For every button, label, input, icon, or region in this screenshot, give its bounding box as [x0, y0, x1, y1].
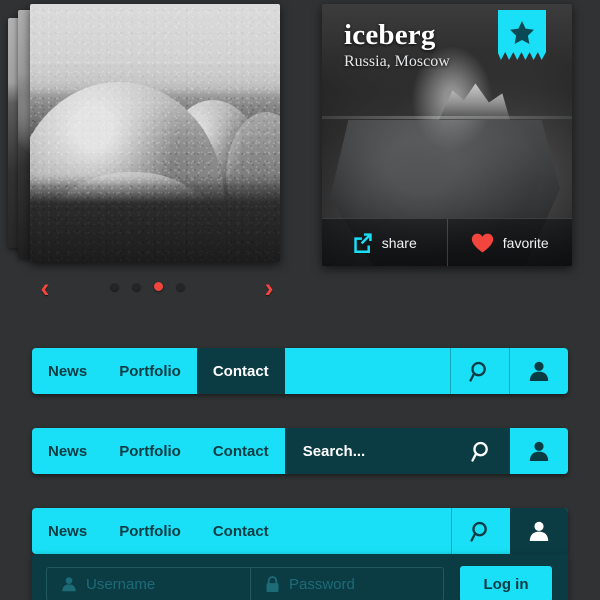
- carousel-dot-active[interactable]: [154, 282, 163, 291]
- nav2-user-button[interactable]: [510, 428, 568, 474]
- search-icon: [468, 361, 486, 382]
- navbar-default: News Portfolio Contact: [32, 348, 568, 394]
- favorite-action[interactable]: favorite: [446, 219, 573, 266]
- nav3-item-portfolio[interactable]: Portfolio: [103, 508, 197, 554]
- share-label: share: [381, 234, 417, 251]
- user-icon: [529, 441, 549, 461]
- login-submit-button[interactable]: Log in: [460, 566, 552, 600]
- user-icon: [62, 577, 76, 592]
- carousel-controls: ‹ ›: [18, 272, 288, 306]
- nav2-item-contact[interactable]: Contact: [197, 428, 285, 474]
- nav3-item-contact[interactable]: Contact: [197, 508, 285, 554]
- carousel-dot[interactable]: [176, 282, 185, 291]
- card-subtitle: Russia, Moscow: [344, 53, 450, 71]
- search-icon: [470, 441, 488, 462]
- iceberg-card-heading: iceberg Russia, Moscow: [344, 20, 450, 71]
- login-dropdown-panel: Username Password Log in: [32, 554, 568, 600]
- nav3-item-news[interactable]: News: [32, 508, 103, 554]
- carousel-next-arrow[interactable]: ›: [256, 274, 282, 302]
- iceberg-waterline: [322, 116, 572, 119]
- password-field[interactable]: Password: [250, 567, 444, 600]
- nav3-spacer: [285, 508, 451, 554]
- nav3-search-button[interactable]: [452, 508, 510, 554]
- card-action-bar: share favorite: [322, 218, 572, 266]
- nav2-item-news[interactable]: News: [32, 428, 103, 474]
- share-action[interactable]: share: [322, 219, 447, 266]
- nav2-links: News Portfolio Contact: [32, 428, 285, 474]
- carousel-dot[interactable]: [132, 282, 141, 291]
- lock-icon: [266, 575, 279, 592]
- search-icon: [469, 521, 487, 542]
- carousel-dot[interactable]: [110, 282, 119, 291]
- star-icon: [510, 21, 534, 44]
- nav2-item-portfolio[interactable]: Portfolio: [103, 428, 197, 474]
- nav1-user-button[interactable]: [510, 348, 568, 394]
- user-icon: [529, 521, 549, 541]
- nav1-item-portfolio[interactable]: Portfolio: [103, 348, 197, 394]
- nav1-item-contact[interactable]: Contact: [196, 348, 285, 394]
- search-input[interactable]: Search...: [284, 428, 454, 474]
- nav1-item-news[interactable]: News: [32, 348, 103, 394]
- carousel-prev-arrow[interactable]: ‹: [32, 274, 58, 302]
- iceberg-card[interactable]: iceberg Russia, Moscow share favorite: [322, 4, 572, 266]
- image-carousel: ‹ ›: [0, 0, 300, 310]
- username-placeholder: Username: [86, 575, 156, 593]
- search-placeholder: Search...: [302, 442, 366, 460]
- ui-mockup-page: ‹ › iceberg Russia, Moscow share favorit…: [0, 0, 600, 600]
- card-title: iceberg: [344, 19, 436, 51]
- username-field[interactable]: Username: [46, 567, 250, 600]
- user-icon: [529, 361, 549, 381]
- carousel-dots: [110, 282, 185, 291]
- heart-icon: [471, 233, 493, 252]
- nav2-search-button[interactable]: [454, 428, 510, 474]
- nav1-spacer: [285, 348, 450, 394]
- photo-frost-texture: [30, 4, 280, 262]
- favorite-label: favorite: [502, 234, 549, 251]
- carousel-active-slide[interactable]: [30, 4, 280, 262]
- navbar-with-login: News Portfolio Contact: [32, 508, 568, 554]
- share-icon: [354, 233, 372, 253]
- nav3-user-button[interactable]: [510, 508, 568, 554]
- nav1-links: News Portfolio Contact: [32, 348, 285, 394]
- password-placeholder: Password: [289, 575, 355, 593]
- navbar-with-search: News Portfolio Contact Search...: [32, 428, 568, 474]
- nav1-search-button[interactable]: [451, 348, 509, 394]
- carousel-photo: [30, 4, 280, 262]
- nav3-links: News Portfolio Contact: [32, 508, 285, 554]
